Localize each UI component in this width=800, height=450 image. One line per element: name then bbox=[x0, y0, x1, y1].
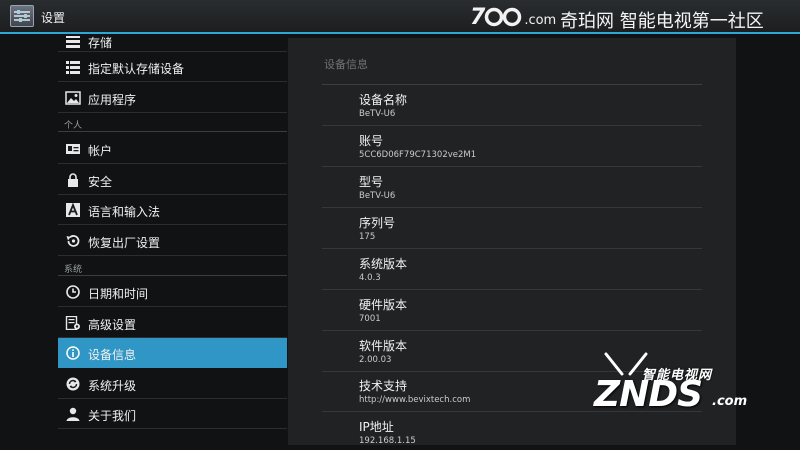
sidebar-item-label: 高级设置 bbox=[88, 318, 137, 332]
info-value: BeTV-U6 bbox=[359, 109, 396, 119]
title-bar: 设置 7 .com 奇珀网 智能电视第一社区 bbox=[0, 0, 800, 34]
info-value: 175 bbox=[359, 232, 376, 242]
clock-icon bbox=[66, 285, 80, 299]
info-value: 4.0.3 bbox=[359, 273, 381, 283]
info-title: 软件版本 bbox=[359, 339, 408, 353]
panel-heading: 设备信息 bbox=[324, 58, 368, 71]
info-title: 账号 bbox=[359, 134, 384, 148]
sidebar-item-label: 设备信息 bbox=[88, 348, 137, 362]
sidebar-item-default-storage[interactable]: 指定默认存储设备 bbox=[58, 52, 287, 82]
person-icon bbox=[66, 407, 80, 421]
info-title: 序列号 bbox=[359, 216, 396, 230]
info-title: 型号 bbox=[359, 175, 384, 189]
info-title: IP地址 bbox=[359, 420, 394, 434]
info-title: 硬件版本 bbox=[359, 298, 408, 312]
sidebar-item-security[interactable]: 安全 bbox=[58, 165, 287, 195]
lock-icon bbox=[68, 173, 78, 187]
info-value: http://www.bevixtech.com bbox=[359, 395, 471, 405]
znds-logo-text: ZNDS bbox=[594, 374, 703, 415]
app-title: 设置 bbox=[41, 11, 66, 25]
znds-watermark: 智能电视网 ZNDS .com bbox=[592, 352, 762, 422]
sidebar-item-advanced[interactable]: 高级设置 bbox=[58, 308, 287, 338]
info-title: 系统版本 bbox=[359, 257, 408, 271]
sidebar-item-label: 安全 bbox=[88, 175, 113, 189]
sidebar-item-system-upgrade[interactable]: 系统升级 bbox=[58, 369, 287, 399]
sidebar-item-apps[interactable]: 应用程序 bbox=[58, 83, 287, 113]
sidebar-item-label: 指定默认存储设备 bbox=[88, 62, 185, 76]
sidebar-item-label: 日期和时间 bbox=[88, 287, 149, 301]
advanced-settings-icon bbox=[65, 316, 80, 330]
sidebar-item-label: 语言和输入法 bbox=[88, 205, 161, 219]
sidebar-item-storage[interactable]: 存储 bbox=[58, 36, 287, 52]
settings-sidebar: 存储 指定默认存储设备 应用程序 个人 帐户 安全 语言和输入法 恢复出厂设置 … bbox=[58, 36, 287, 450]
restore-icon bbox=[66, 235, 80, 247]
language-icon bbox=[66, 203, 80, 217]
info-title: 技术支持 bbox=[359, 379, 408, 393]
sidebar-item-label: 应用程序 bbox=[88, 93, 137, 107]
info-value: BeTV-U6 bbox=[359, 191, 396, 201]
sidebar-item-factory-reset[interactable]: 恢复出厂设置 bbox=[58, 226, 287, 256]
info-title: 设备名称 bbox=[359, 93, 408, 107]
section-divider bbox=[58, 275, 287, 276]
info-value: 2.00.03 bbox=[359, 355, 392, 365]
sidebar-item-label: 存储 bbox=[88, 36, 113, 50]
info-value: 192.168.1.15 bbox=[359, 436, 416, 445]
sidebar-item-account[interactable]: 帐户 bbox=[58, 134, 287, 164]
section-divider bbox=[58, 131, 287, 132]
watermark-logo: 7 .com bbox=[470, 5, 557, 30]
upgrade-icon bbox=[66, 377, 80, 391]
sidebar-item-label: 系统升级 bbox=[88, 379, 137, 393]
storage-default-icon bbox=[66, 61, 80, 74]
znds-domain-suffix: .com bbox=[712, 394, 748, 409]
section-header-system: 系统 bbox=[64, 265, 83, 275]
apps-icon bbox=[65, 91, 81, 105]
sidebar-item-date-time[interactable]: 日期和时间 bbox=[58, 277, 287, 307]
sidebar-item-about-us[interactable]: 关于我们 bbox=[58, 399, 287, 429]
sidebar-item-language[interactable]: 语言和输入法 bbox=[58, 195, 287, 225]
section-header-personal: 个人 bbox=[64, 121, 83, 131]
sidebar-item-label: 恢复出厂设置 bbox=[88, 236, 161, 250]
info-row-account[interactable]: 账号 5CC6D06F79C71302ve2M1 bbox=[322, 126, 702, 167]
info-value: 7001 bbox=[359, 314, 381, 324]
info-row-system-version[interactable]: 系统版本 4.0.3 bbox=[322, 249, 702, 290]
info-row-model[interactable]: 型号 BeTV-U6 bbox=[322, 167, 702, 208]
sidebar-item-device-info[interactable]: 设备信息 bbox=[58, 338, 287, 368]
info-row-serial[interactable]: 序列号 175 bbox=[322, 208, 702, 249]
sidebar-item-label: 关于我们 bbox=[88, 409, 137, 423]
info-row-hardware-version[interactable]: 硬件版本 7001 bbox=[322, 290, 702, 331]
info-value: 5CC6D06F79C71302ve2M1 bbox=[359, 150, 477, 160]
info-icon bbox=[66, 346, 80, 360]
sidebar-item-label: 帐户 bbox=[88, 144, 113, 158]
account-icon bbox=[66, 144, 80, 154]
settings-app-icon bbox=[10, 5, 34, 27]
storage-icon bbox=[66, 36, 80, 48]
info-row-device-name[interactable]: 设备名称 BeTV-U6 bbox=[322, 85, 702, 126]
watermark-text: 奇珀网 智能电视第一社区 bbox=[560, 11, 764, 32]
